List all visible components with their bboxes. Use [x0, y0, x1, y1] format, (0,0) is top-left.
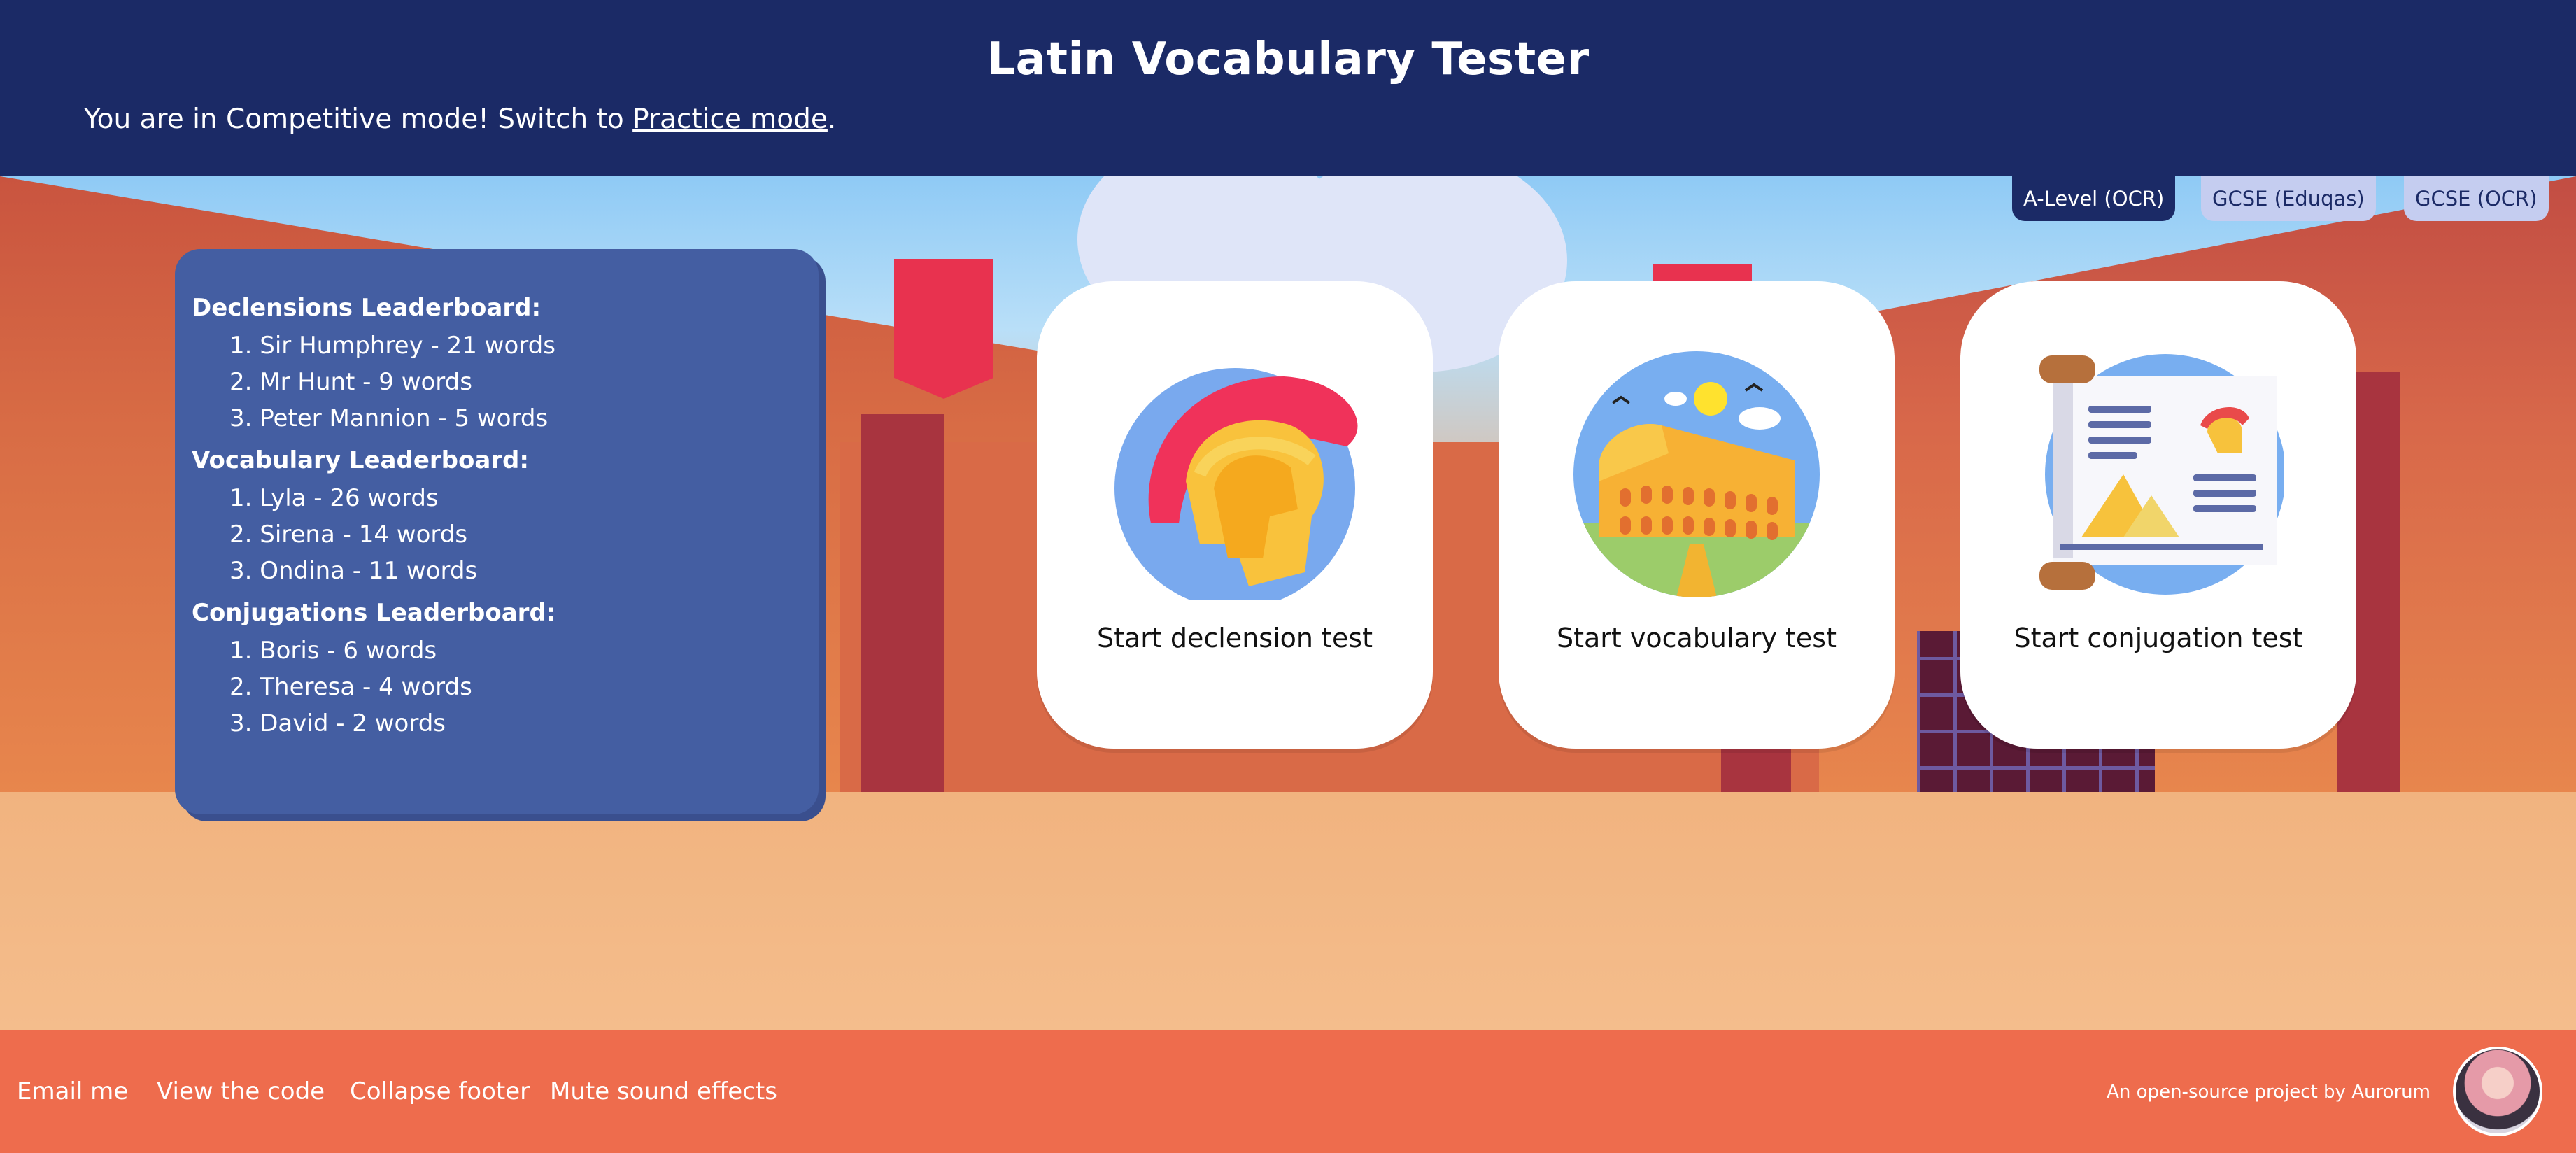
red-banner: [894, 259, 993, 399]
vocabulary-test-card[interactable]: Start vocabulary test: [1499, 281, 1895, 749]
mode-notice-text: You are in Competitive mode! Switch to: [84, 104, 633, 135]
project-credit: An open-source project by Aurorum: [2107, 1082, 2430, 1103]
leaderboard-entry: 3. Ondina - 11 words: [229, 557, 478, 585]
roman-helmet-icon: [1109, 348, 1361, 609]
conjugation-test-label: Start conjugation test: [2014, 623, 2303, 653]
page-title: Latin Vocabulary Tester: [986, 34, 1590, 85]
pillar: [861, 414, 944, 806]
leaderboard-entry: 2. Sirena - 14 words: [229, 521, 468, 549]
leaderboard-entry: 2. Mr Hunt - 9 words: [229, 368, 472, 396]
view-code-link[interactable]: View the code: [157, 1077, 325, 1105]
collapse-footer-link[interactable]: Collapse footer: [350, 1077, 530, 1105]
leaderboard-entry: 1. Sir Humphrey - 21 words: [229, 332, 555, 360]
leaderboard-entry: 1. Boris - 6 words: [229, 637, 437, 665]
leaderboard-entry: 2. Theresa - 4 words: [229, 673, 472, 701]
arena-floor: [0, 792, 2576, 1030]
declension-test-label: Start declension test: [1096, 623, 1373, 653]
leaderboard-heading-declensions: Declensions Leaderboard:: [192, 294, 542, 322]
mode-notice-suffix: .: [827, 104, 837, 135]
vocabulary-test-label: Start vocabulary test: [1556, 623, 1837, 653]
app-header: Latin Vocabulary Tester You are in Compe…: [0, 0, 2576, 176]
conjugation-test-card[interactable]: Start conjugation test: [1960, 281, 2356, 749]
leaderboard-heading-vocabulary: Vocabulary Leaderboard:: [192, 446, 529, 474]
declension-test-card[interactable]: Start declension test: [1037, 281, 1433, 749]
mode-notice: You are in Competitive mode! Switch to P…: [84, 104, 836, 135]
avatar[interactable]: [2453, 1047, 2542, 1136]
leaderboard-list-declensions: 1. Sir Humphrey - 21 words 2. Mr Hunt - …: [192, 327, 802, 437]
tab-gcse-ocr[interactable]: GCSE (OCR): [2404, 176, 2549, 221]
mute-sound-effects-link[interactable]: Mute sound effects: [550, 1077, 777, 1105]
app-footer: Email me View the code Collapse footer M…: [0, 1030, 2576, 1153]
tab-a-level-ocr[interactable]: A-Level (OCR): [2012, 176, 2176, 221]
leaderboard-entry: 1. Lyla - 26 words: [229, 484, 439, 512]
tab-gcse-eduqas[interactable]: GCSE (Eduqas): [2201, 176, 2376, 221]
leaderboard-list-vocabulary: 1. Lyla - 26 words 2. Sirena - 14 words …: [192, 480, 802, 589]
colosseum-icon: [1571, 348, 1823, 600]
email-me-link[interactable]: Email me: [17, 1077, 128, 1105]
leaderboard-entry: 3. Peter Mannion - 5 words: [229, 404, 549, 432]
leaderboard-entry: 3. David - 2 words: [229, 709, 446, 737]
practice-mode-link[interactable]: Practice mode: [632, 104, 828, 135]
leaderboard-list-conjugations: 1. Boris - 6 words 2. Theresa - 4 words …: [192, 632, 802, 742]
leaderboard-heading-conjugations: Conjugations Leaderboard:: [192, 599, 556, 627]
leaderboard-panel: Declensions Leaderboard: 1. Sir Humphrey…: [175, 249, 819, 814]
scroll-icon: [2032, 348, 2286, 600]
